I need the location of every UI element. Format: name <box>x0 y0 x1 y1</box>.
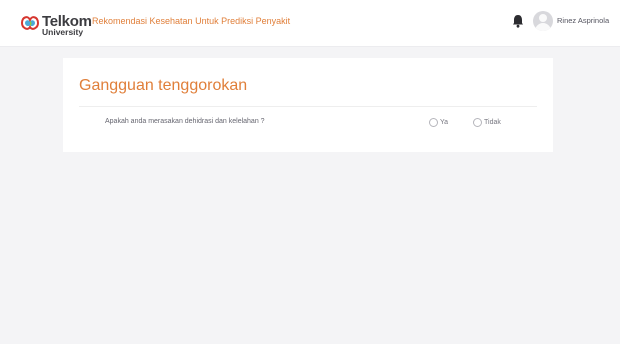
top-navbar: Telkom University Rekomendasi Kesehatan … <box>0 0 620 47</box>
logo-subtext: University <box>42 27 84 37</box>
question-text: Apakah anda merasakan dehidrasi dan kele… <box>105 118 265 125</box>
app-title[interactable]: Rekomendasi Kesehatan Untuk Prediksi Pen… <box>92 16 290 26</box>
question-card: Gangguan tenggorokan Apakah anda merasak… <box>63 58 553 152</box>
bell-icon[interactable] <box>512 14 524 28</box>
user-avatar-icon[interactable] <box>533 11 553 31</box>
card-title: Gangguan tenggorokan <box>79 77 248 94</box>
telkom-university-logo[interactable]: Telkom University <box>20 8 92 38</box>
radio-label-tidak: Tidak <box>484 118 501 126</box>
radio-button-ya[interactable] <box>429 117 438 127</box>
radio-option-tidak[interactable]: Tidak <box>473 116 501 128</box>
radio-label-ya: Ya <box>440 118 449 126</box>
radio-option-ya[interactable]: Ya <box>429 116 448 128</box>
avatar-body <box>535 23 551 31</box>
divider <box>79 106 537 107</box>
telkom-logo-icon <box>20 16 40 30</box>
radio-button-tidak[interactable] <box>473 117 482 127</box>
user-name[interactable]: Rinez Asprinola <box>557 16 609 25</box>
avatar-head <box>539 14 547 22</box>
